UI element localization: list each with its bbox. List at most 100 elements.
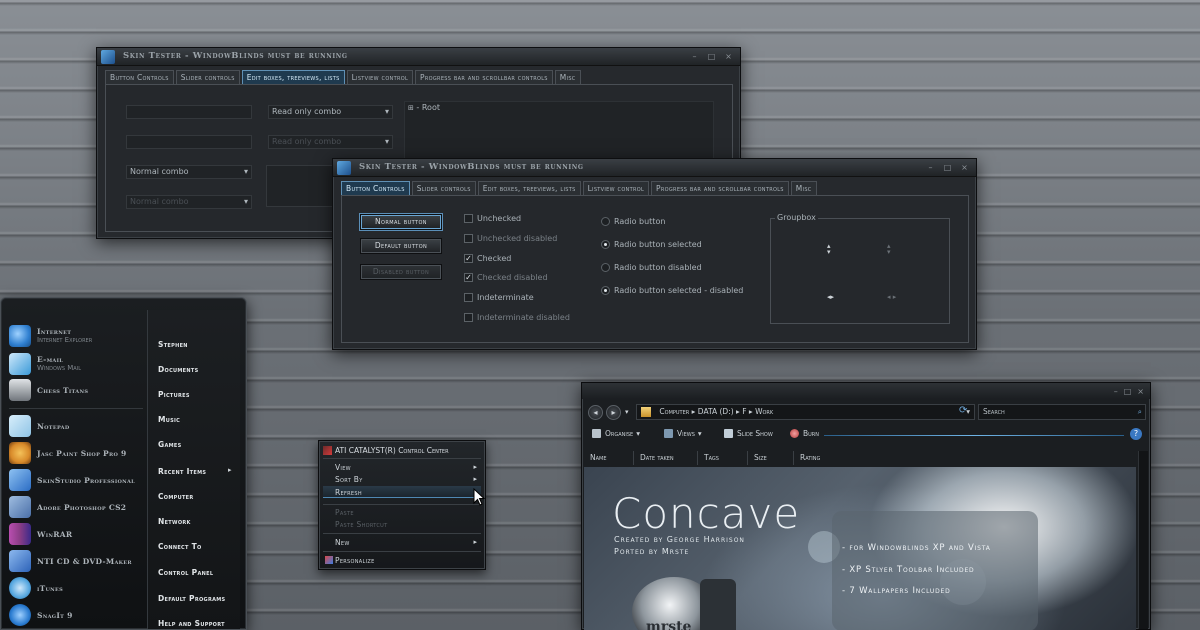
chevron-down-icon[interactable]: ▾: [385, 106, 389, 118]
start-item-itunes[interactable]: iTunes: [9, 576, 147, 600]
start-link-pictures[interactable]: Pictures: [158, 390, 190, 399]
breadcrumb-work[interactable]: Work: [755, 407, 773, 416]
minimize-icon[interactable]: –: [689, 53, 700, 61]
spin-leftright-icon[interactable]: ◂▸: [827, 293, 834, 301]
start-link-computer[interactable]: Computer: [158, 492, 194, 501]
skinstudio-icon: [9, 469, 31, 491]
readonly-combo[interactable]: Read only combo ▾: [268, 105, 393, 119]
ctx-sort-by[interactable]: Sort By: [335, 475, 363, 484]
close-icon[interactable]: ×: [723, 53, 734, 61]
start-item-notepad[interactable]: Notepad: [9, 414, 147, 438]
column-tags[interactable]: Tags: [698, 451, 748, 465]
maximize-icon[interactable]: □: [1124, 387, 1132, 396]
recent-pages-chevron-icon[interactable]: ▾: [625, 408, 629, 416]
refresh-icon[interactable]: ⟳: [959, 405, 967, 416]
close-icon[interactable]: ×: [1137, 387, 1144, 396]
checkbox-indeterminate[interactable]: Indeterminate: [464, 293, 534, 302]
normal-combo[interactable]: Normal combo ▾: [126, 165, 252, 179]
maximize-icon[interactable]: □: [706, 53, 717, 61]
organise-button[interactable]: Organise ▾: [592, 429, 640, 438]
tab-misc[interactable]: Misc: [790, 181, 817, 195]
help-icon[interactable]: ?: [1130, 428, 1142, 440]
spin-updown-icon[interactable]: ▴ ▾: [827, 243, 831, 256]
ctx-refresh[interactable]: Refresh: [335, 488, 362, 497]
column-rating[interactable]: Rating: [794, 451, 854, 465]
ctx-view[interactable]: View: [335, 463, 351, 472]
explorer-titlebar[interactable]: – □ ×: [582, 383, 1150, 399]
minimize-icon[interactable]: –: [1114, 387, 1118, 396]
tab-listview[interactable]: Listview control: [582, 181, 650, 195]
tab-slider-controls[interactable]: Slider controls: [411, 181, 476, 195]
start-link-user[interactable]: Stephen: [158, 340, 188, 349]
start-item-internet[interactable]: Internet Internet Explorer: [9, 324, 147, 348]
column-date-taken[interactable]: Date taken: [634, 451, 698, 465]
chevron-down-icon[interactable]: ▾: [244, 166, 248, 178]
maximize-icon[interactable]: □: [942, 164, 953, 172]
back-button[interactable]: ◂: [588, 405, 603, 420]
check-icon[interactable]: ✓: [464, 254, 473, 263]
folder-icon: [641, 407, 651, 417]
ati-menu-item[interactable]: ATI CATALYST(R) Control Center: [323, 444, 483, 457]
start-link-recent-items[interactable]: Recent Items: [158, 467, 206, 476]
start-item-skinstudio[interactable]: SkinStudio Professional: [9, 468, 147, 492]
edit-box[interactable]: [126, 105, 252, 119]
start-link-connect-to[interactable]: Connect To: [158, 542, 202, 551]
radio-dot[interactable]: [601, 240, 610, 249]
radio-dot[interactable]: [601, 217, 610, 226]
column-name[interactable]: Name: [584, 451, 634, 465]
checkbox-box[interactable]: [464, 214, 473, 223]
address-bar[interactable]: Computer ▸ DATA (D:) ▸ F ▸ Work ▾: [636, 404, 975, 420]
vertical-scrollbar[interactable]: [1138, 451, 1148, 629]
tab-button-controls[interactable]: Button Controls: [105, 70, 174, 84]
tab-slider-controls[interactable]: Slider controls: [175, 70, 240, 84]
normal-button[interactable]: Normal button: [360, 214, 442, 230]
start-link-music[interactable]: Music: [158, 415, 180, 424]
ctx-new[interactable]: New: [335, 538, 350, 547]
column-size[interactable]: Size: [748, 451, 794, 465]
start-link-documents[interactable]: Documents: [158, 365, 199, 374]
chevron-right-icon[interactable]: ▸: [228, 466, 232, 474]
breadcrumb-data[interactable]: DATA (D:): [698, 407, 734, 416]
start-item-paintshop[interactable]: Jasc Paint Shop Pro 9: [9, 441, 147, 465]
start-item-snagit[interactable]: SnagIt 9: [9, 603, 147, 627]
slide-show-button[interactable]: Slide Show: [724, 429, 773, 438]
checkbox-box[interactable]: [464, 293, 473, 302]
tab-misc[interactable]: Misc: [554, 70, 581, 84]
forward-button[interactable]: ▸: [606, 405, 621, 420]
start-item-photoshop[interactable]: Adobe Photoshop CS2: [9, 495, 147, 519]
tab-edit-boxes[interactable]: Edit boxes, treeviews, lists: [477, 181, 581, 195]
tab-edit-boxes[interactable]: Edit boxes, treeviews, lists: [241, 70, 345, 84]
start-item-chess[interactable]: Chess Titans: [9, 378, 147, 402]
start-item-nti[interactable]: NTI CD & DVD-Maker: [9, 549, 147, 573]
start-link-help[interactable]: Help and Support: [158, 619, 225, 628]
breadcrumb-f[interactable]: F: [742, 407, 746, 416]
titlebar[interactable]: Skin Tester - WindowBlinds must be runni…: [333, 159, 976, 177]
default-button[interactable]: Default button: [360, 238, 442, 254]
search-input[interactable]: Search ⌕: [978, 404, 1146, 420]
minimize-icon[interactable]: –: [925, 164, 936, 172]
radio-button-selected[interactable]: Radio button selected: [601, 240, 702, 249]
views-button[interactable]: Views ▾: [664, 429, 702, 438]
breadcrumb-computer[interactable]: Computer: [659, 407, 689, 416]
tab-progress[interactable]: Progress bar and scrollbar controls: [651, 181, 789, 195]
start-link-control-panel[interactable]: Control Panel: [158, 568, 213, 577]
ctx-personalize[interactable]: Personalize: [335, 556, 375, 565]
burn-button[interactable]: Burn: [790, 429, 819, 438]
checkbox-checked[interactable]: ✓ Checked: [464, 254, 511, 263]
tree-root[interactable]: - Root: [416, 103, 440, 112]
start-link-games[interactable]: Games: [158, 440, 182, 449]
tab-button-controls[interactable]: Button Controls: [341, 181, 410, 195]
checkbox-unchecked[interactable]: Unchecked: [464, 214, 521, 223]
titlebar[interactable]: Skin Tester - WindowBlinds must be runni…: [97, 48, 740, 66]
tab-listview[interactable]: Listview control: [346, 70, 414, 84]
tab-progress[interactable]: Progress bar and scrollbar controls: [415, 70, 553, 84]
tree-expand-icon[interactable]: ⊞: [408, 104, 414, 112]
start-link-default-programs[interactable]: Default Programs: [158, 594, 225, 603]
chess-icon: [9, 379, 31, 401]
start-link-network[interactable]: Network: [158, 517, 191, 526]
close-icon[interactable]: ×: [959, 164, 970, 172]
search-icon[interactable]: ⌕: [1138, 405, 1142, 419]
start-item-email[interactable]: E-mail Windows Mail: [9, 352, 147, 376]
radio-button[interactable]: Radio button: [601, 217, 665, 226]
start-item-winrar[interactable]: WinRAR: [9, 522, 147, 546]
